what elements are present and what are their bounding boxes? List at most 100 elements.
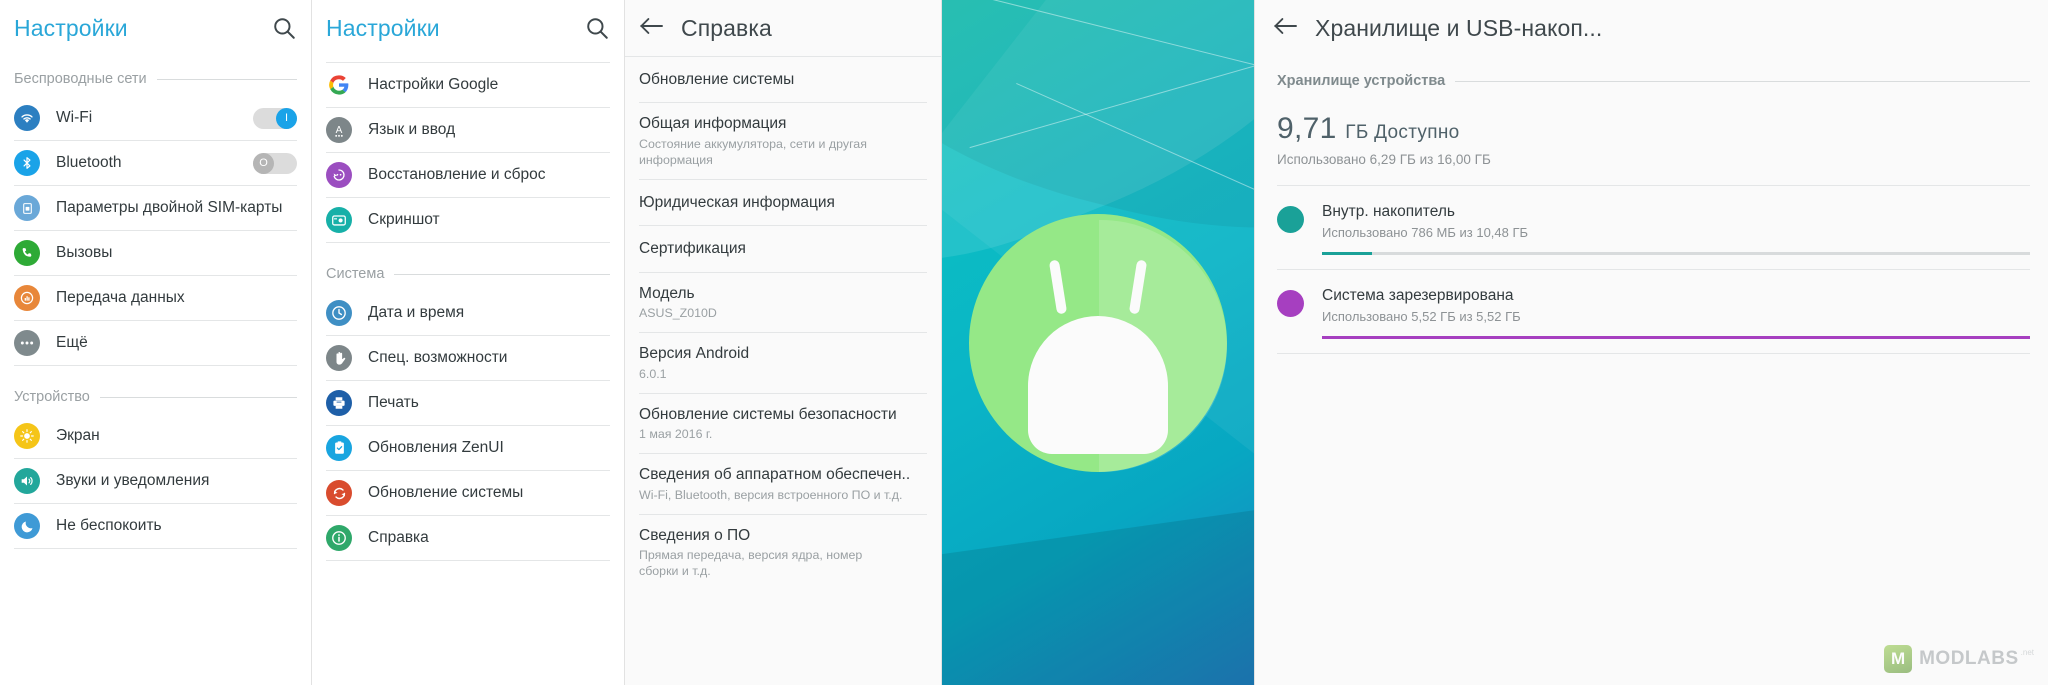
sidebar-item-label: Передача данных bbox=[56, 289, 185, 306]
info-icon bbox=[326, 525, 352, 551]
logo-antenna-left bbox=[1048, 259, 1068, 314]
sidebar-item-label: Ещё bbox=[56, 334, 88, 351]
screenshot-icon bbox=[326, 207, 352, 233]
sidebar-item-google-settings[interactable]: Настройки Google bbox=[312, 63, 624, 107]
sidebar-item-calls[interactable]: Вызовы bbox=[0, 231, 311, 275]
logo-body bbox=[1028, 315, 1168, 454]
panel-settings-system: Настройки Настройки Google A Язык и ввод bbox=[311, 0, 624, 685]
storage-item-internal[interactable]: Внутр. накопитель Использовано 786 МБ из… bbox=[1255, 186, 2048, 244]
toggle-knob: O bbox=[253, 152, 274, 174]
sidebar-item-dual-sim[interactable]: Параметры двойной SIM-карты bbox=[0, 186, 311, 230]
list-item[interactable]: Сертификация bbox=[625, 226, 941, 271]
list-item[interactable]: Версия Android 6.0.1 bbox=[625, 333, 941, 393]
sidebar-item-accessibility[interactable]: Спец. возможности bbox=[312, 336, 624, 380]
storage-item-subtitle: Использовано 5,52 ГБ из 5,52 ГБ bbox=[1322, 309, 1521, 325]
sim-card-icon bbox=[14, 195, 40, 221]
watermark-text: MODLABS bbox=[1919, 648, 2019, 669]
list-item-title: Общая информация bbox=[639, 115, 787, 133]
sidebar-item-language-input[interactable]: A Язык и ввод bbox=[312, 108, 624, 152]
section-rule bbox=[156, 78, 297, 80]
sidebar-item-wifi[interactable]: Wi-Fi I bbox=[0, 96, 311, 140]
sidebar-item-zenui-updates[interactable]: Обновления ZenUI bbox=[312, 426, 624, 470]
list-item[interactable]: Юридическая информация bbox=[625, 180, 941, 225]
printer-icon bbox=[326, 390, 352, 416]
divider bbox=[326, 560, 610, 561]
sidebar-item-label: Wi-Fi bbox=[56, 109, 93, 126]
sidebar-item-help[interactable]: Справка bbox=[312, 516, 624, 560]
panel-settings-main: Настройки Беспроводные сети Wi-Fi I Blue… bbox=[0, 0, 311, 685]
wifi-icon bbox=[14, 105, 40, 131]
sidebar-item-date-time[interactable]: Дата и время bbox=[312, 291, 624, 335]
sidebar-item-label: Скриншот bbox=[368, 211, 440, 228]
watermark-suffix: .net bbox=[2020, 648, 2034, 657]
sidebar-item-label: Bluetooth bbox=[56, 154, 122, 171]
list-item-title: Сертификация bbox=[639, 240, 746, 258]
brightness-icon bbox=[14, 423, 40, 449]
divider bbox=[14, 365, 297, 366]
appbar-settings-1: Настройки bbox=[0, 0, 311, 56]
sidebar-item-backup-reset[interactable]: Восстановление и сброс bbox=[312, 153, 624, 197]
sidebar-item-display[interactable]: Экран bbox=[0, 414, 311, 458]
section-rule bbox=[394, 273, 610, 275]
sidebar-item-more[interactable]: Ещё bbox=[0, 321, 311, 365]
list-item[interactable]: Обновление системы bbox=[625, 57, 941, 102]
list-item[interactable]: Сведения об аппаратном обеспечен.. Wi-Fi… bbox=[625, 454, 941, 514]
list-item-subtitle: Состояние аккумулятора, сети и другая ин… bbox=[639, 136, 867, 167]
search-icon[interactable] bbox=[584, 15, 610, 41]
list-item-subtitle: ASUS_Z010D bbox=[639, 306, 717, 321]
page-title: Хранилище и USB-накоп... bbox=[1315, 14, 1603, 41]
bluetooth-toggle[interactable]: O bbox=[253, 152, 297, 174]
list-item-title: Обновление системы bbox=[639, 71, 795, 88]
storage-progress-track bbox=[1322, 252, 2030, 256]
panel-help: Справка Обновление системы Общая информа… bbox=[624, 0, 941, 685]
section-header-device: Устройство bbox=[0, 380, 311, 414]
search-icon[interactable] bbox=[271, 15, 297, 41]
sidebar-item-do-not-disturb[interactable]: Не беспокоить bbox=[0, 504, 311, 548]
list-item-subtitle: Прямая передача, версия ядра, номер сбор… bbox=[639, 548, 863, 579]
google-g-icon bbox=[326, 72, 352, 98]
storage-progress-fill bbox=[1322, 336, 2030, 340]
marshmallow-logo-icon[interactable] bbox=[969, 213, 1227, 472]
toggle-knob: I bbox=[276, 107, 297, 129]
sidebar-item-label: Обновления ZenUI bbox=[368, 439, 504, 456]
divider bbox=[326, 242, 610, 243]
section-header-system: Система bbox=[312, 257, 624, 291]
sidebar-item-label: Настройки Google bbox=[368, 76, 499, 93]
storage-color-dot-icon bbox=[1277, 206, 1304, 233]
storage-item-title: Внутр. накопитель bbox=[1322, 203, 1455, 220]
sidebar-item-sound[interactable]: Звуки и уведомления bbox=[0, 459, 311, 503]
restore-icon bbox=[326, 162, 352, 188]
volume-icon bbox=[14, 468, 40, 494]
list-item[interactable]: Обновление системы безопасности 1 мая 20… bbox=[625, 394, 941, 454]
storage-summary: 9,71 ГБ Доступно Использовано 6,29 ГБ из… bbox=[1255, 98, 2048, 171]
sidebar-item-print[interactable]: Печать bbox=[312, 381, 624, 425]
list-item[interactable]: Сведения о ПО Прямая передача, версия яд… bbox=[625, 515, 941, 591]
section-rule bbox=[99, 396, 297, 398]
storage-used-summary: Использовано 6,29 ГБ из 16,00 ГБ bbox=[1277, 152, 1491, 167]
sidebar-item-screenshot[interactable]: Скриншот bbox=[312, 198, 624, 242]
panel-android-easter-egg[interactable] bbox=[941, 0, 1254, 685]
sidebar-item-bluetooth[interactable]: Bluetooth O bbox=[0, 141, 311, 185]
sidebar-item-system-update[interactable]: Обновление системы bbox=[312, 471, 624, 515]
sidebar-item-label: Язык и ввод bbox=[368, 121, 456, 138]
section-header-device-storage: Хранилище устройства bbox=[1255, 64, 2048, 98]
watermark: M MODLABS .net bbox=[1884, 645, 2034, 673]
list-item-title: Юридическая информация bbox=[639, 194, 835, 211]
page-title: Настройки bbox=[14, 14, 128, 41]
language-icon: A bbox=[326, 117, 352, 143]
arrow-back-icon[interactable] bbox=[1273, 15, 1303, 41]
storage-progress-fill bbox=[1322, 252, 1372, 256]
storage-color-dot-icon bbox=[1277, 290, 1304, 318]
wifi-toggle[interactable]: I bbox=[253, 107, 297, 129]
accessibility-hand-icon bbox=[326, 345, 352, 371]
list-item[interactable]: Общая информация Состояние аккумулятора,… bbox=[625, 103, 941, 179]
storage-available-value: 9,71 bbox=[1277, 112, 1337, 145]
appbar-settings-2: Настройки bbox=[312, 0, 624, 56]
list-item-title: Модель bbox=[639, 284, 695, 302]
sidebar-item-data-usage[interactable]: Передача данных bbox=[0, 276, 311, 320]
arrow-back-icon[interactable] bbox=[639, 15, 669, 41]
section-label: Система bbox=[326, 266, 385, 282]
storage-item-system[interactable]: Система зарезервирована Использовано 5,5… bbox=[1255, 270, 2048, 328]
list-item[interactable]: Модель ASUS_Z010D bbox=[625, 273, 941, 333]
sidebar-item-label: Дата и время bbox=[368, 304, 465, 321]
